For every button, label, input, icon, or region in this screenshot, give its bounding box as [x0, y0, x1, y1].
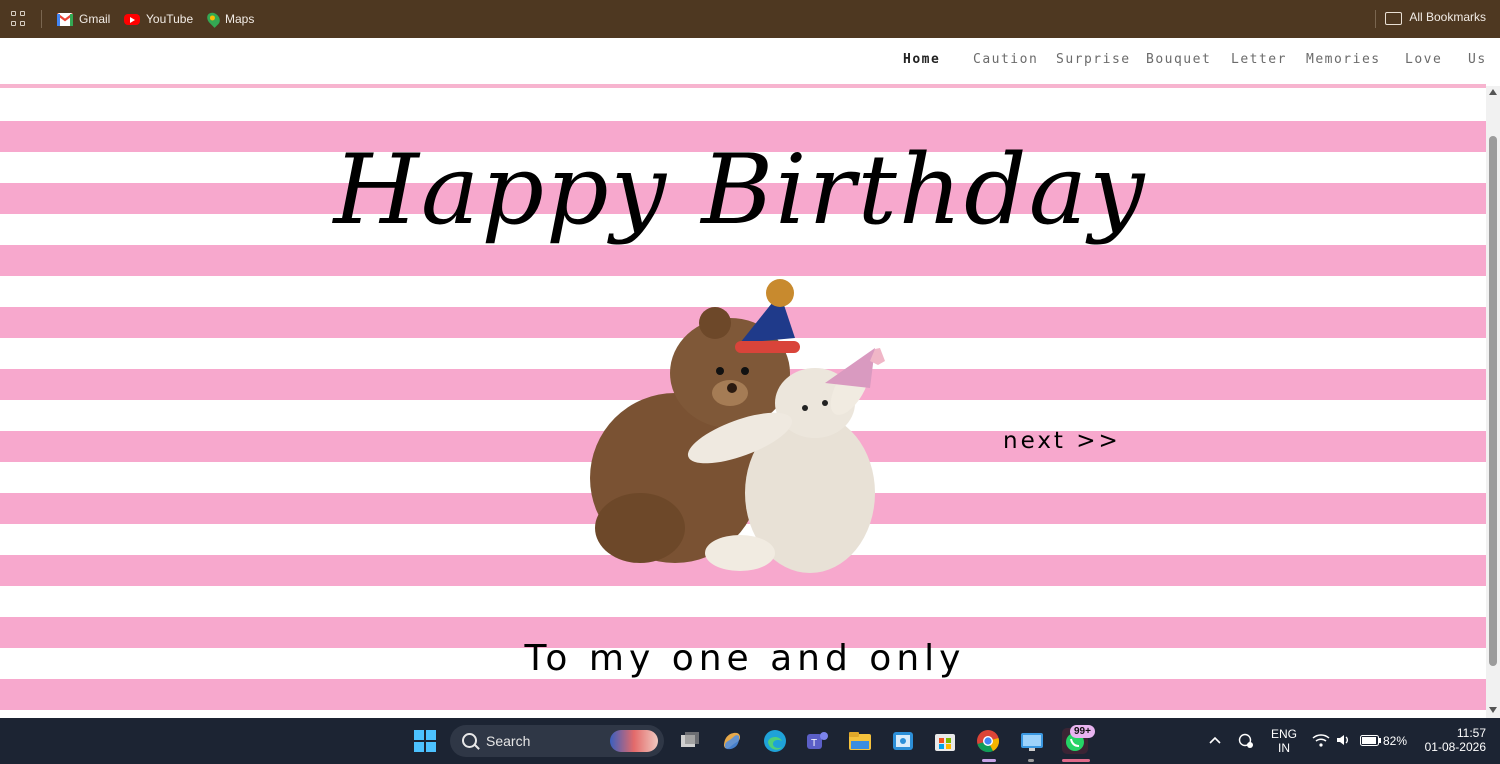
- search-icon: [462, 733, 477, 748]
- scroll-up-arrow-icon[interactable]: [1489, 89, 1497, 95]
- bookmark-label: Gmail: [79, 12, 111, 26]
- nav-bouquet[interactable]: Bouquet: [1146, 52, 1211, 67]
- nav-memories[interactable]: Memories: [1306, 52, 1381, 67]
- bookmark-label: YouTube: [146, 12, 194, 26]
- all-bookmarks-label: All Bookmarks: [1409, 10, 1486, 24]
- taskbar-search[interactable]: Search: [450, 725, 664, 757]
- teddy-bears-image: [590, 279, 885, 573]
- nav-love[interactable]: Love: [1405, 52, 1442, 67]
- nav-surprise[interactable]: Surprise: [1056, 52, 1131, 67]
- bookmarks-bar: Gmail YouTube Maps All Bookmarks: [0, 0, 1500, 38]
- bookmark-youtube[interactable]: YouTube: [124, 10, 193, 28]
- volume-icon[interactable]: [1335, 733, 1351, 747]
- youtube-icon: [124, 13, 140, 25]
- region-label: IN: [1278, 741, 1290, 755]
- whatsapp-active-indicator: [1062, 759, 1090, 762]
- chevron-up-icon[interactable]: [1208, 735, 1222, 745]
- battery-icon[interactable]: [1360, 735, 1382, 746]
- app-icon[interactable]: [888, 726, 918, 756]
- microsoft-store-icon[interactable]: [930, 726, 960, 756]
- svg-text:T: T: [811, 738, 817, 749]
- web-page: Home Caution Surprise Bouquet Letter Mem…: [0, 38, 1486, 718]
- scroll-thumb[interactable]: [1489, 136, 1497, 666]
- time-text: 11:57: [1456, 726, 1486, 740]
- whatsapp-notification-badge: 99+: [1070, 725, 1095, 738]
- copilot-icon[interactable]: [717, 726, 747, 756]
- scroll-down-arrow-icon[interactable]: [1489, 707, 1497, 713]
- language-label: ENG: [1270, 727, 1297, 741]
- task-view-icon[interactable]: [675, 726, 705, 756]
- bookmarks-separator: [1375, 10, 1376, 28]
- next-link[interactable]: next >>: [1003, 428, 1121, 454]
- chrome-icon[interactable]: [973, 726, 1003, 756]
- nav-letter[interactable]: Letter: [1231, 52, 1287, 67]
- windows-start-icon[interactable]: [410, 726, 440, 756]
- bookmark-label: Maps: [225, 12, 255, 26]
- folder-icon: [1385, 11, 1403, 25]
- nav-caution[interactable]: Caution: [973, 52, 1038, 67]
- windows-taskbar: Search T 99+ ENG IN 82% 11:57 01-08-2026: [0, 718, 1500, 764]
- language-indicator[interactable]: ENG IN: [1268, 727, 1300, 755]
- bookmark-gmail[interactable]: Gmail: [57, 10, 110, 28]
- settings-sync-icon[interactable]: [1238, 733, 1254, 749]
- app-running-indicator: [1028, 759, 1034, 762]
- search-label: Search: [486, 733, 531, 749]
- chrome-active-indicator: [982, 759, 996, 762]
- file-explorer-icon[interactable]: [845, 726, 875, 756]
- page-scrollbar[interactable]: [1486, 86, 1500, 718]
- nav-home[interactable]: Home: [903, 52, 940, 67]
- apps-grid-icon[interactable]: [11, 11, 27, 27]
- site-navbar: Home Caution Surprise Bouquet Letter Mem…: [0, 38, 1486, 88]
- nav-us[interactable]: Us: [1468, 52, 1486, 67]
- date-text: 01-08-2026: [1424, 740, 1486, 754]
- wifi-icon[interactable]: [1312, 733, 1330, 747]
- teams-icon[interactable]: T: [802, 726, 832, 756]
- maps-pin-icon: [204, 10, 223, 28]
- subtitle-text: To my one and only: [524, 638, 966, 679]
- gmail-icon: [57, 12, 73, 26]
- bookmarks-separator: [41, 10, 42, 28]
- birthday-title: Happy Birthday: [333, 134, 1147, 246]
- bookmark-maps[interactable]: Maps: [204, 10, 255, 28]
- remote-desktop-icon[interactable]: [1017, 726, 1047, 756]
- edge-icon[interactable]: [760, 726, 790, 756]
- battery-percent: 82%: [1383, 734, 1408, 748]
- search-highlight-image: [610, 730, 658, 752]
- clock[interactable]: 11:57 01-08-2026: [1418, 726, 1486, 754]
- all-bookmarks-button[interactable]: All Bookmarks: [1385, 10, 1486, 25]
